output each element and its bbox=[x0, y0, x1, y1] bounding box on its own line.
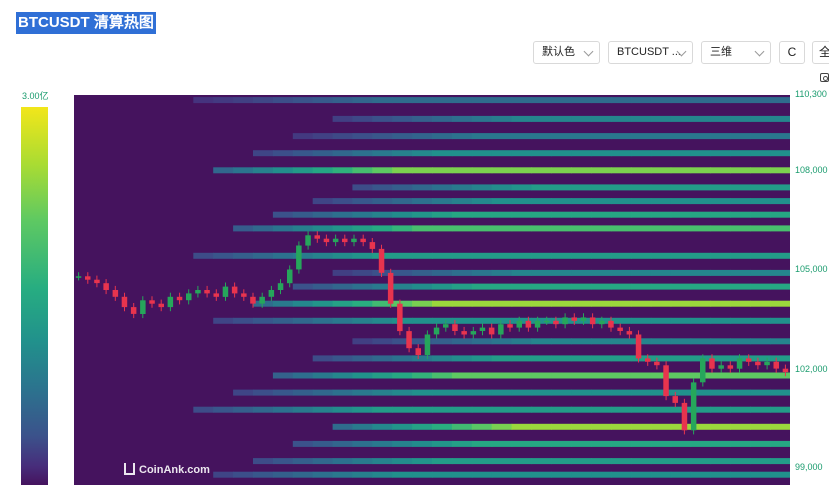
liquidation-band bbox=[193, 97, 790, 104]
candle bbox=[397, 299, 403, 336]
candle bbox=[635, 330, 642, 363]
candle bbox=[296, 241, 302, 274]
view-mode-select[interactable]: 三维 bbox=[701, 41, 771, 64]
liquidation-band bbox=[352, 338, 790, 345]
color-scheme-value: 默认色 bbox=[542, 46, 575, 58]
liquidation-band bbox=[213, 167, 790, 174]
y-tick-label: 102,000 bbox=[795, 364, 828, 374]
refresh-icon: C bbox=[787, 45, 797, 59]
liquidation-band bbox=[312, 355, 790, 362]
liquidation-band bbox=[292, 133, 790, 140]
liquidation-band bbox=[193, 252, 790, 259]
page-title: BTCUSDT 清算热图 bbox=[16, 12, 156, 34]
candle bbox=[378, 244, 385, 277]
liquidation-band bbox=[253, 150, 790, 157]
liquidation-band bbox=[193, 406, 790, 413]
view-mode-value: 三维 bbox=[710, 46, 732, 58]
liquidation-heatmap[interactable] bbox=[74, 95, 790, 485]
colorbar bbox=[21, 107, 48, 485]
colorbar-max-label: 3.00亿 bbox=[22, 91, 49, 101]
liquidation-band bbox=[213, 471, 790, 478]
symbol-value: BTCUSDT ... bbox=[617, 46, 681, 58]
screenshot-icon[interactable] bbox=[820, 73, 829, 82]
coinank-logo-icon bbox=[124, 463, 135, 475]
y-tick-label: 99,000 bbox=[795, 462, 823, 472]
chevron-down-icon bbox=[754, 46, 765, 57]
y-tick-label: 105,000 bbox=[795, 264, 828, 274]
liquidation-band bbox=[292, 283, 790, 290]
liquidation-band bbox=[213, 317, 790, 324]
y-tick-label: 110,300 bbox=[795, 89, 827, 99]
watermark: CoinAnk.com bbox=[124, 463, 210, 476]
candle bbox=[700, 354, 706, 387]
fullscreen-button[interactable]: 全 bbox=[812, 41, 829, 64]
refresh-button[interactable]: C bbox=[779, 41, 805, 64]
liquidation-band bbox=[253, 300, 790, 307]
liquidation-band bbox=[352, 184, 790, 191]
liquidation-band bbox=[292, 440, 790, 447]
candle bbox=[690, 378, 697, 435]
candle bbox=[681, 398, 688, 435]
candle bbox=[663, 361, 669, 401]
color-scheme-select[interactable]: 默认色 bbox=[533, 41, 600, 64]
liquidation-band bbox=[233, 389, 790, 396]
liquidation-band bbox=[272, 211, 790, 218]
liquidation-band bbox=[233, 225, 790, 232]
liquidation-band bbox=[253, 458, 790, 465]
liquidation-band bbox=[332, 269, 790, 276]
chevron-down-icon bbox=[583, 46, 594, 57]
fullscreen-label: 全 bbox=[819, 45, 829, 59]
liquidation-band bbox=[272, 372, 790, 379]
y-tick-label: 108,000 bbox=[795, 165, 828, 175]
liquidation-band bbox=[312, 198, 790, 205]
watermark-text: CoinAnk.com bbox=[139, 464, 210, 476]
liquidation-band bbox=[332, 115, 790, 122]
candle bbox=[387, 268, 394, 308]
candle bbox=[424, 330, 431, 360]
liquidation-band bbox=[332, 423, 790, 430]
symbol-select[interactable]: BTCUSDT ... bbox=[608, 41, 693, 64]
